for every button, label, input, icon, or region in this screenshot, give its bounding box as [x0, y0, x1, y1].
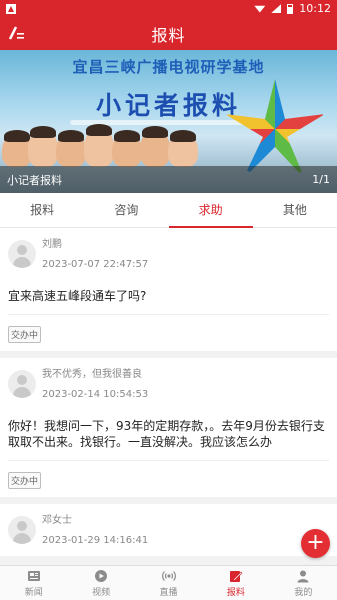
status-bar: 10:12: [0, 0, 337, 17]
banner-pager: 1/1: [312, 173, 330, 186]
banner-children-image: [0, 122, 215, 167]
tab-other[interactable]: 其他: [253, 193, 337, 227]
nav-item-live[interactable]: 直播: [135, 566, 202, 600]
nav-label-video: 视频: [92, 587, 111, 598]
profile-icon: [297, 570, 309, 582]
app-notification-icon: [6, 3, 16, 14]
post-author: 邓女士: [42, 515, 72, 526]
post-card[interactable]: 刘鹏 2023-07-07 22:47:57 宜来高速五峰段通车了吗? 交办中: [0, 228, 337, 351]
tab-report[interactable]: 报料: [0, 193, 84, 227]
status-time: 10:12: [299, 2, 331, 15]
nav-label-news: 新闻: [24, 587, 43, 598]
signal-icon: [271, 4, 282, 13]
post-content: 宜来高速五峰段通车了吗?: [8, 289, 147, 303]
avatar: [8, 516, 36, 544]
nav-item-video[interactable]: 视频: [67, 566, 134, 600]
post-time: 2023-07-07 22:47:57: [42, 259, 149, 270]
page-title: 报料: [151, 25, 186, 45]
app-screen: 10:12 报料 宜昌三峡广播电视研学基地 小记者报料 小记者报料 1/1 报料: [0, 0, 337, 600]
post-author: 我不优秀，但我很善良: [42, 369, 142, 380]
post-author: 刘鹏: [42, 239, 62, 250]
post-time: 2023-02-14 10:54:53: [42, 389, 149, 400]
post-content: 你好！我想问一下，93年的定期存款，。去年9月份去银行支取取不出来。找银行。一直…: [8, 419, 325, 449]
video-icon: [95, 569, 108, 582]
banner-headline: 小记者报料: [0, 86, 337, 125]
app-logo-icon[interactable]: [8, 25, 26, 41]
post-feed[interactable]: 刘鹏 2023-07-07 22:47:57 宜来高速五峰段通车了吗? 交办中 …: [0, 228, 337, 565]
news-icon: [27, 570, 40, 581]
avatar: [8, 370, 36, 398]
nav-label-live: 直播: [159, 587, 178, 598]
banner-carousel[interactable]: 宜昌三峡广播电视研学基地 小记者报料 小记者报料 1/1: [0, 50, 337, 193]
post-card[interactable]: 我不优秀，但我很善良 2023-02-14 10:54:53 你好！我想问一下，…: [0, 358, 337, 497]
nav-label-report: 报料: [226, 587, 245, 598]
category-tabs: 报料 咨询 求助 其他: [0, 193, 337, 228]
status-badge: 交办中: [8, 472, 42, 489]
nav-item-news[interactable]: 新闻: [0, 566, 67, 600]
bottom-nav: 新闻 视频 直播 报料 我的: [0, 565, 337, 600]
status-badge: 交办中: [8, 326, 42, 343]
banner-caption: 小记者报料: [7, 173, 62, 187]
post-time: 2023-01-29 14:16:41: [42, 535, 149, 546]
nav-item-profile[interactable]: 我的: [270, 566, 337, 600]
title-bar: 报料: [0, 17, 337, 50]
battery-icon: [287, 3, 294, 14]
report-icon: [229, 570, 243, 582]
wifi-icon: [254, 5, 266, 13]
banner-caption-bar: 小记者报料 1/1: [0, 166, 337, 193]
tab-consult[interactable]: 咨询: [84, 193, 168, 227]
nav-item-report[interactable]: 报料: [202, 566, 269, 600]
post-card[interactable]: 邓女士 2023-01-29 14:16:41: [0, 504, 337, 556]
live-icon: [161, 570, 176, 581]
banner-subtitle: 宜昌三峡广播电视研学基地: [72, 58, 265, 76]
tab-help[interactable]: 求助: [168, 193, 254, 228]
nav-label-profile: 我的: [294, 587, 313, 598]
add-post-button[interactable]: +: [301, 529, 330, 558]
avatar: [8, 240, 36, 268]
